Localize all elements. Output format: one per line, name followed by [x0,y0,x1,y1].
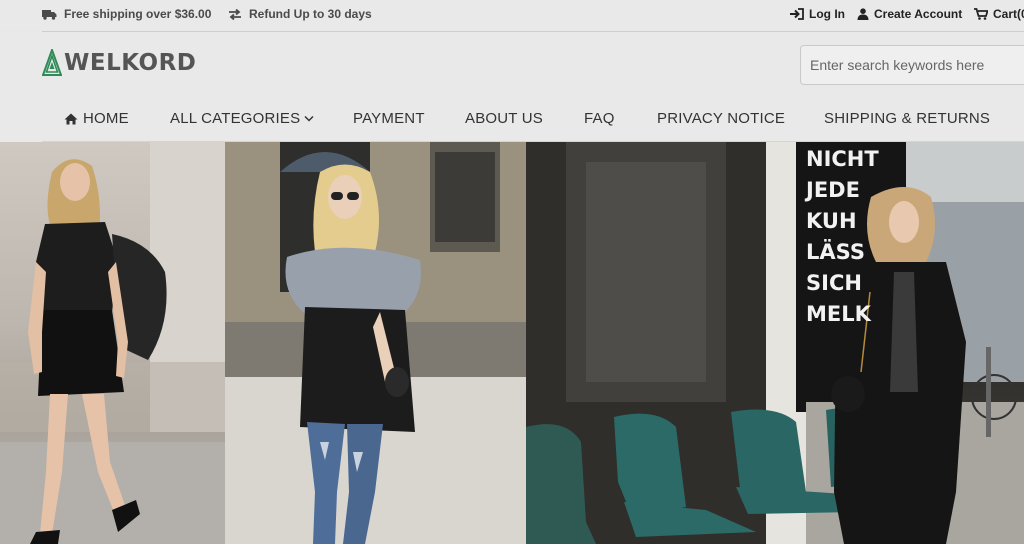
sign-text: NICHT JEDE KUH LÄSS SICH MELK [806,147,879,326]
refund-text: Refund Up to 30 days [249,7,372,21]
login-link[interactable]: Log In [790,7,845,21]
refund-notice: Refund Up to 30 days [228,7,372,21]
logo[interactable]: WELKORD [42,49,196,76]
hero-photo-3[interactable]: NICHT JEDE KUH LÄSS SICH MELK [526,142,1024,544]
nav-privacy-notice[interactable]: PRIVACY NOTICE [657,110,785,127]
nav-payment[interactable]: PAYMENT [353,110,425,127]
home-icon [64,113,78,124]
hero-photo-3-illustration [526,142,1024,544]
exchange-arrows-icon [229,8,241,20]
nav-shipping-label[interactable]: SHIPPING & RETURNS [824,110,990,127]
nav-shipping-returns[interactable]: SHIPPING & RETURNS [824,110,990,127]
search-input[interactable] [800,45,1024,85]
hero-banner[interactable]: NICHT JEDE KUH LÄSS SICH MELK [0,142,1024,544]
create-account-link[interactable]: Create Account [857,7,962,21]
chevron-down-icon [304,115,314,122]
hero-photo-1-illustration [0,142,225,544]
free-shipping-notice: Free shipping over $36.00 [42,7,211,21]
cart-label[interactable]: Cart(0 [993,7,1024,21]
nav-payment-label[interactable]: PAYMENT [353,110,425,127]
top-bar: Free shipping over $36.00 Refund Up to 3… [0,0,1024,30]
nav-about-label[interactable]: ABOUT US [465,110,543,127]
nav-about-us[interactable]: ABOUT US [465,110,543,127]
nav-faq[interactable]: FAQ [584,110,615,127]
cart-icon [974,8,988,20]
nav-privacy-label[interactable]: PRIVACY NOTICE [657,110,785,127]
user-icon [857,8,869,20]
shipping-text: Free shipping over $36.00 [64,7,212,21]
nav-all-categories[interactable]: ALL CATEGORIES [170,110,314,127]
nav-categories-label[interactable]: ALL CATEGORIES [170,110,300,127]
nav-home-label[interactable]: HOME [83,110,129,127]
logo-text: WELKORD [64,49,197,76]
hero-photo-2[interactable] [225,142,526,544]
nav-faq-label[interactable]: FAQ [584,110,615,127]
hero-photo-1[interactable] [0,142,225,544]
sign-in-icon [790,8,804,20]
main-nav: HOME ALL CATEGORIES PAYMENT ABOUT US FAQ… [0,96,1024,142]
truck-icon [42,9,57,20]
logo-triangle-icon [42,49,62,76]
login-label[interactable]: Log In [809,7,845,21]
hero-photo-2-illustration [225,142,526,544]
cart-link[interactable]: Cart(0 [974,7,1024,21]
create-account-label[interactable]: Create Account [874,7,962,21]
header: WELKORD [0,32,1024,96]
nav-home[interactable]: HOME [64,110,129,127]
